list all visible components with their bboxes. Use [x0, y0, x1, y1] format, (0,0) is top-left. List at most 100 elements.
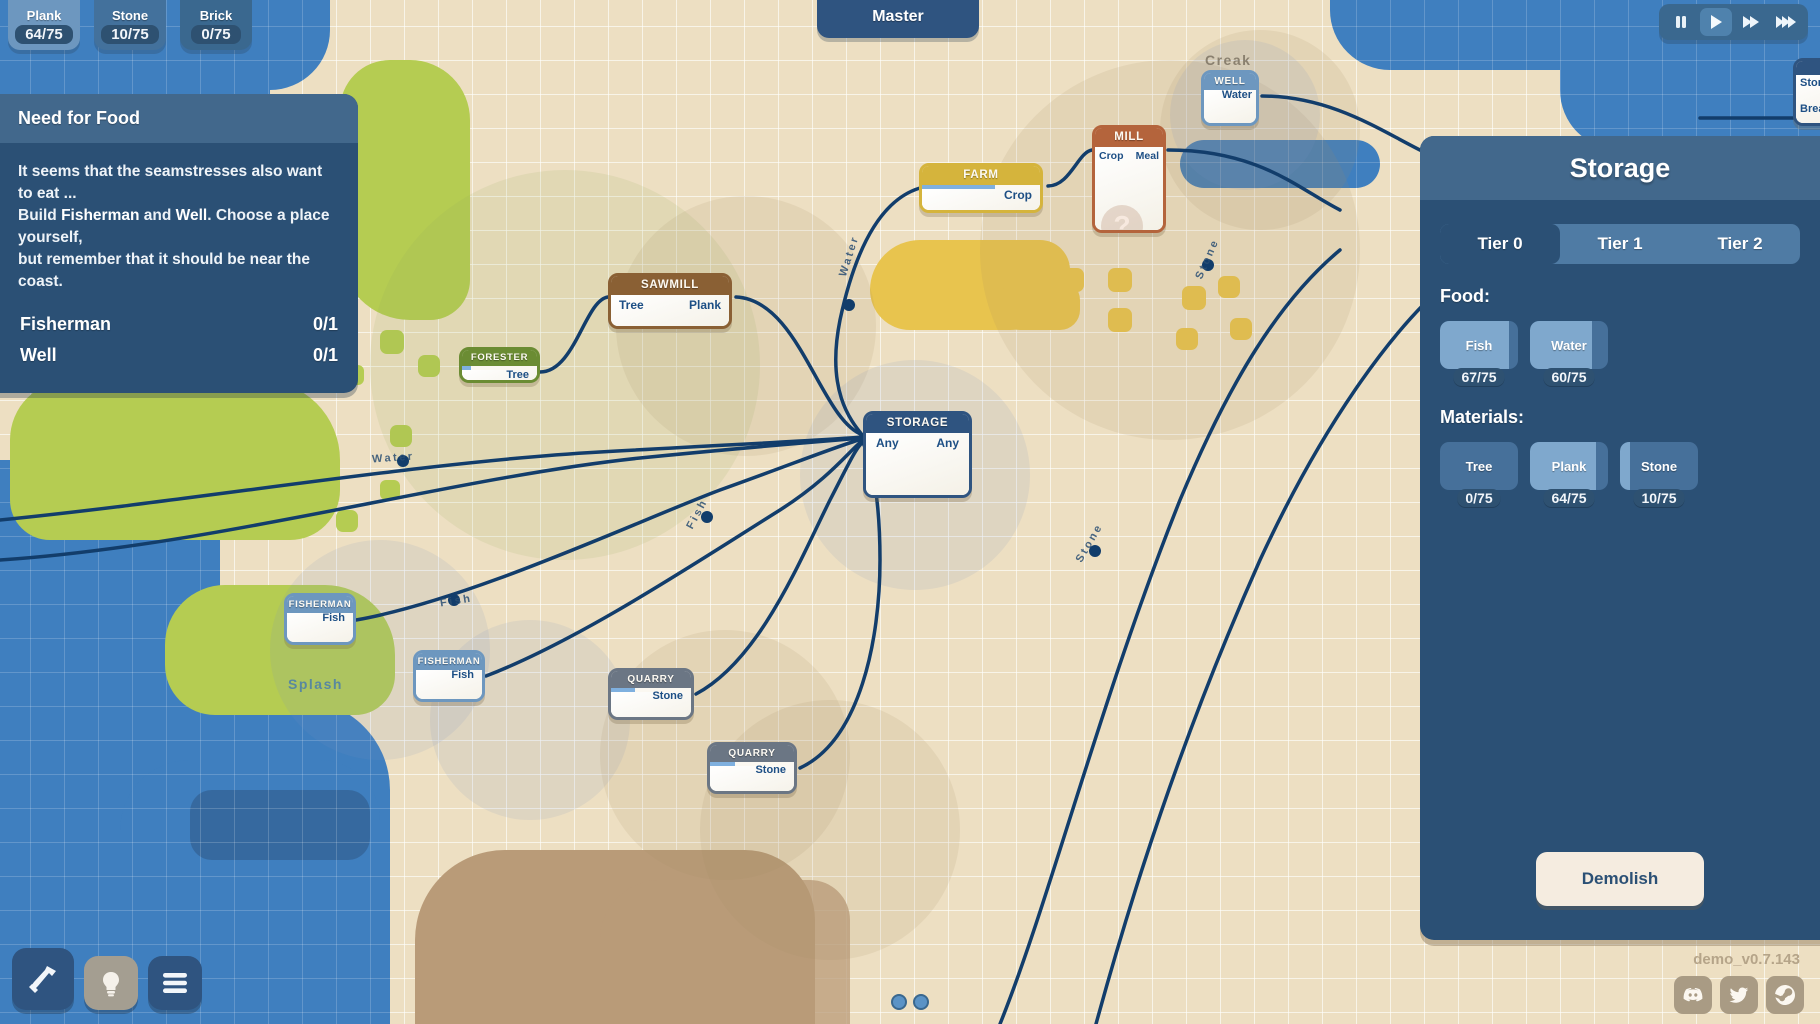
node-fisherman-1-output-port[interactable]: Fish — [322, 612, 345, 624]
node-farm[interactable]: FARM Crop — [919, 163, 1043, 213]
resource-chip-plank-name: Plank — [26, 8, 62, 23]
quest-line-3: but remember that it should be near the … — [18, 251, 310, 290]
food-section-title: Food: — [1440, 286, 1490, 306]
menu-tool-button[interactable] — [148, 956, 202, 1010]
tab-tier-1[interactable]: Tier 1 — [1560, 224, 1680, 264]
stock-item-tree-box: Tree — [1440, 442, 1518, 490]
stock-item-water[interactable]: Water 60/75 — [1530, 321, 1608, 386]
stock-item-water-box: Water — [1530, 321, 1608, 369]
node-forester[interactable]: FORESTER Tree — [459, 347, 540, 383]
node-quarry-1[interactable]: QUARRY Stone — [608, 668, 694, 720]
quest-objective-fisherman-label: Fisherman — [20, 314, 112, 334]
tab-tier-0[interactable]: Tier 0 — [1440, 224, 1560, 264]
node-offscreen-input-port-stone[interactable]: Stone — [1800, 77, 1820, 89]
quest-title: Need for Food — [0, 94, 358, 143]
quest-objective-fisherman: Fisherman 0/1 — [18, 309, 340, 340]
stock-item-stone-box: Stone — [1620, 442, 1698, 490]
materials-item-row: Tree 0/75 Plank 64/75 Stone 10/75 — [1440, 442, 1820, 507]
quest-panel: Need for Food It seems that the seamstre… — [0, 94, 358, 393]
page-indicator — [891, 994, 929, 1010]
twitter-link[interactable] — [1720, 976, 1758, 1014]
tab-tier-2[interactable]: Tier 2 — [1680, 224, 1800, 264]
quest-objective-fisherman-progress: 0/1 — [312, 314, 338, 334]
node-well[interactable]: WELL Water — [1201, 70, 1259, 126]
quest-objective-list: Fisherman 0/1 Well 0/1 — [18, 309, 340, 385]
resource-chip-stone[interactable]: Stone 10/75 — [94, 0, 166, 50]
quest-highlight-fisherman: Fisherman — [61, 207, 140, 224]
stock-item-tree-value: 0/75 — [1457, 489, 1501, 507]
resource-chip-brick-name: Brick — [199, 8, 233, 23]
discord-link[interactable] — [1674, 976, 1712, 1014]
build-tool-button[interactable] — [12, 948, 74, 1010]
quest-highlight-well: Well — [175, 207, 208, 224]
node-fisherman-1[interactable]: FISHERMAN Fish — [284, 593, 356, 645]
stock-item-plank-name: Plank — [1551, 458, 1587, 474]
node-quarry-2-output-port[interactable]: Stone — [755, 764, 786, 776]
node-quarry-2-title: QUARRY — [710, 745, 794, 762]
node-storage-input-port[interactable]: Any — [876, 436, 899, 450]
node-storage-body: Any Any — [866, 433, 969, 495]
stock-item-tree[interactable]: Tree 0/75 — [1440, 442, 1518, 507]
pause-button[interactable] — [1665, 8, 1697, 36]
tool-bar — [12, 948, 202, 1010]
stock-item-plank-value: 64/75 — [1543, 489, 1595, 507]
node-offscreen-input-port-bread[interactable]: Bread — [1800, 103, 1820, 115]
resource-chip-brick-value: 0/75 — [191, 25, 241, 44]
node-sawmill-output-port[interactable]: Plank — [689, 298, 721, 312]
pause-icon — [1676, 16, 1686, 28]
quest-description: It seems that the seamstresses also want… — [18, 161, 340, 293]
node-quarry-1-output-port[interactable]: Stone — [652, 690, 683, 702]
lightbulb-icon — [103, 972, 119, 997]
discord-icon — [1683, 988, 1703, 1002]
fast-forward-2x-button[interactable] — [1770, 8, 1802, 36]
quest-line-1: It seems that the seamstresses also want… — [18, 163, 323, 202]
demolish-button[interactable]: Demolish — [1536, 852, 1704, 906]
node-quarry-1-title: QUARRY — [611, 671, 691, 688]
stock-item-water-value: 60/75 — [1543, 368, 1595, 386]
node-well-body: Water — [1204, 89, 1256, 123]
steam-link[interactable] — [1766, 976, 1804, 1014]
node-sawmill-input-port[interactable]: Tree — [619, 298, 644, 312]
node-farm-output-port[interactable]: Crop — [1004, 188, 1032, 202]
node-mill[interactable]: MILL Crop Meal ? — [1092, 125, 1166, 233]
hint-tool-button[interactable] — [84, 956, 138, 1010]
node-farm-title: FARM — [922, 166, 1040, 185]
stock-item-fish-value: 67/75 — [1453, 368, 1505, 386]
hammer-icon — [29, 966, 56, 993]
play-button[interactable] — [1700, 8, 1732, 36]
quest-line-2-c: and — [139, 207, 176, 224]
resource-chip-brick[interactable]: Brick 0/75 — [180, 0, 252, 50]
node-mill-locked-icon: ? — [1101, 205, 1143, 230]
node-well-output-port[interactable]: Water — [1222, 89, 1252, 101]
node-storage-output-port[interactable]: Any — [936, 436, 959, 450]
fast-forward-button[interactable] — [1735, 8, 1767, 36]
node-forester-body: Tree — [462, 369, 537, 380]
resource-chip-stone-name: Stone — [111, 8, 149, 23]
stock-item-fish[interactable]: Fish 67/75 — [1440, 321, 1518, 386]
node-fisherman-2-output-port[interactable]: Fish — [451, 669, 474, 681]
resource-chip-stone-value: 10/75 — [101, 25, 159, 44]
node-mill-output-port[interactable]: Meal — [1136, 150, 1159, 162]
node-quarry-2-body: Stone — [710, 764, 794, 791]
node-sawmill[interactable]: SAWMILL Tree Plank — [608, 273, 732, 329]
stock-item-plank[interactable]: Plank 64/75 — [1530, 442, 1608, 507]
stock-item-stone[interactable]: Stone 10/75 — [1620, 442, 1698, 507]
resource-chip-plank[interactable]: Plank 64/75 — [8, 0, 80, 50]
node-offscreen-right[interactable]: Stone Bread — [1793, 58, 1820, 126]
master-tab[interactable]: Master — [817, 0, 979, 38]
grass-dot-f — [380, 480, 400, 500]
node-fisherman-2[interactable]: FISHERMAN Fish — [413, 650, 485, 702]
halo-quarry-2 — [700, 700, 960, 960]
node-storage[interactable]: STORAGE Any Any — [863, 411, 972, 498]
node-fisherman-1-body: Fish — [287, 612, 353, 642]
node-quarry-2[interactable]: QUARRY Stone — [707, 742, 797, 794]
page-dot-2[interactable] — [913, 994, 929, 1010]
node-fisherman-1-title: FISHERMAN — [287, 596, 353, 613]
page-dot-1[interactable] — [891, 994, 907, 1010]
node-forester-output-port[interactable]: Tree — [506, 369, 529, 380]
storage-panel-title: Storage — [1420, 136, 1820, 200]
speed-control-bar — [1659, 4, 1808, 40]
stock-item-tree-name: Tree — [1465, 458, 1493, 474]
node-mill-input-port[interactable]: Crop — [1099, 150, 1124, 162]
stock-item-plank-box: Plank — [1530, 442, 1608, 490]
